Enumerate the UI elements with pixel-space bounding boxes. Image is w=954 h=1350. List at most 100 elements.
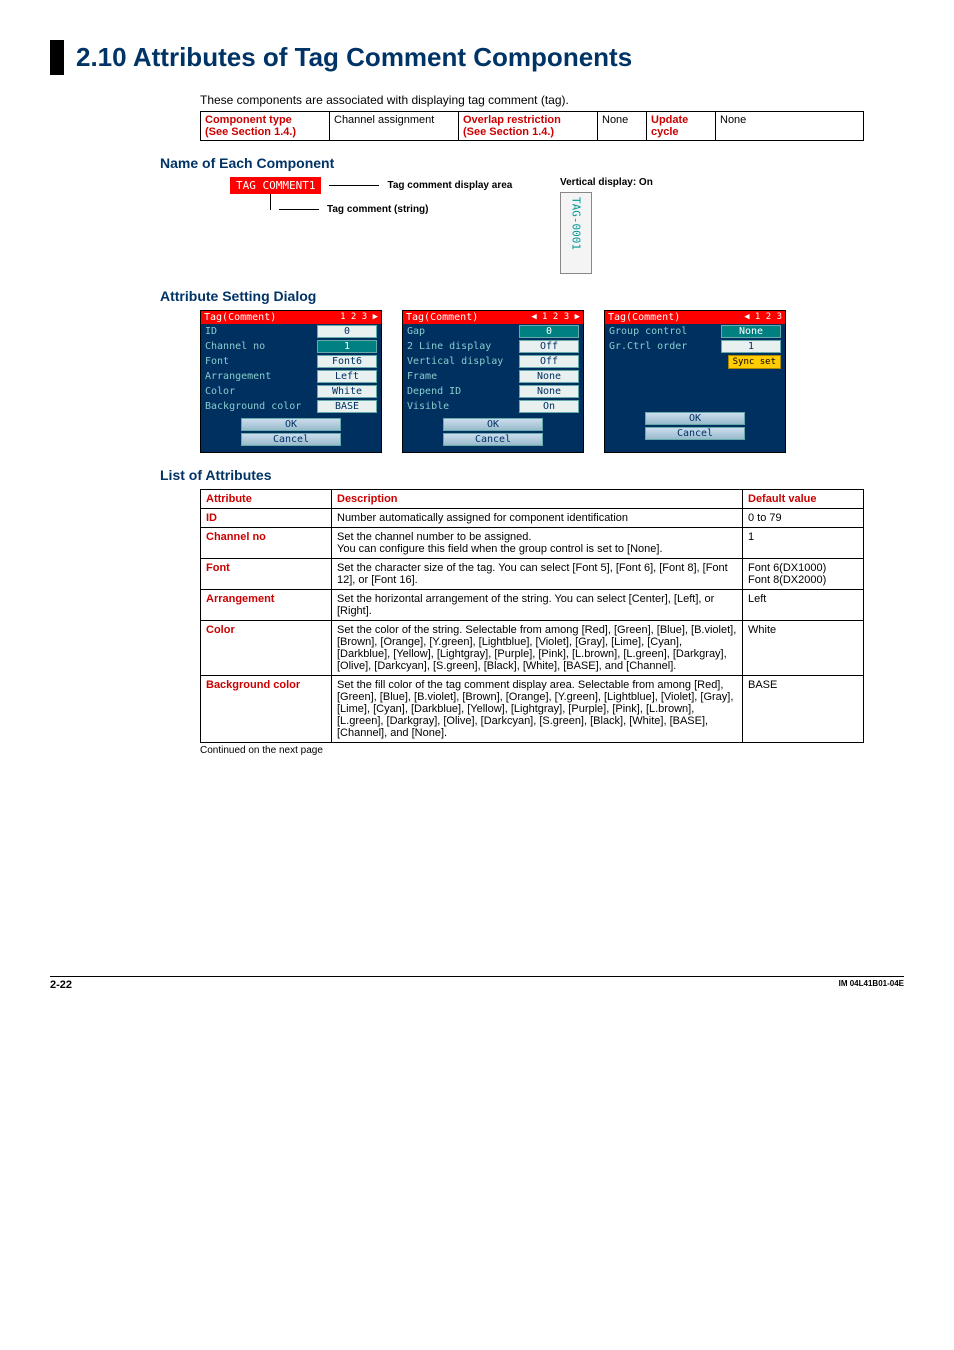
dialog-row: VisibleOn xyxy=(403,399,583,414)
dialog-title: Tag(Comment) xyxy=(204,312,276,323)
dialog-titlebar: Tag(Comment) ◀ 1 2 3 ▶ xyxy=(403,311,583,324)
cancel-button[interactable]: Cancel xyxy=(645,427,745,440)
dialog-row-label: Depend ID xyxy=(407,386,461,397)
dialog-titlebar: Tag(Comment) 1 2 3 ▶ xyxy=(201,311,381,324)
dialog-row-label: Color xyxy=(205,386,235,397)
dialog-pager[interactable]: ◀ 1 2 3 xyxy=(744,312,782,323)
attribute-dialog: Tag(Comment) ◀ 1 2 3 ▶ Gap 0 2 Line display O… xyxy=(402,310,584,453)
attr-desc-cell: Set the horizontal arrangement of the st… xyxy=(332,590,743,621)
dialog-row: 2 Line display Off xyxy=(403,339,583,354)
dialog-row-label: Arrangement xyxy=(205,371,271,382)
attribute-dialog: Tag(Comment) 1 2 3 ▶ ID 0 Channel no 1FontFon… xyxy=(200,310,382,453)
attr-default-cell: Left xyxy=(743,590,864,621)
dialog-row: Depend ID None xyxy=(403,384,583,399)
dialog-pager[interactable]: 1 2 3 ▶ xyxy=(340,312,378,323)
dialog-pager[interactable]: ◀ 1 2 3 ▶ xyxy=(531,312,580,323)
dialog-row-value[interactable]: Left xyxy=(317,370,377,383)
dialog-row-value[interactable]: On xyxy=(519,400,579,413)
cancel-button[interactable]: Cancel xyxy=(241,433,341,446)
dialog-sync-row: Sync set xyxy=(605,354,785,370)
dialog-row-value[interactable]: 1 xyxy=(721,340,781,353)
attr-default-cell: 0 to 79 xyxy=(743,509,864,528)
dialog-titlebar: Tag(Comment)◀ 1 2 3 xyxy=(605,311,785,324)
sync-set-button[interactable]: Sync set xyxy=(728,355,781,369)
dialog-title: Tag(Comment) xyxy=(406,312,478,323)
figure-row: TAG COMMENT1 Tag comment display area Ta… xyxy=(230,177,904,274)
dialog-row-label: Gr.Ctrl order xyxy=(609,341,687,352)
see-section-label-2: (See Section 1.4.) xyxy=(463,126,554,138)
channel-assignment-cell: Channel assignment xyxy=(330,112,459,141)
attrs-th-desc: Description xyxy=(332,490,743,509)
dialog-row: ID 0 xyxy=(201,324,381,339)
overlap-value: None xyxy=(598,112,647,141)
update-value: None xyxy=(716,112,864,141)
dialog-row-label: Channel no xyxy=(205,341,265,352)
attr-desc-cell: Set the color of the string. Selectable … xyxy=(332,621,743,676)
attribute-dialog: Tag(Comment)◀ 1 2 3Group controlNoneGr.C… xyxy=(604,310,786,453)
update-label: Update cycle xyxy=(651,114,688,138)
dialog-row-value[interactable]: 1 xyxy=(317,340,377,353)
dialog-row: Channel no 1 xyxy=(201,339,381,354)
dialog-row-value[interactable]: Font6 xyxy=(317,355,377,368)
dialog-row-value[interactable]: None xyxy=(721,325,781,338)
dialog-row-label: 2 Line display xyxy=(407,341,491,352)
table-row: FontSet the character size of the tag. Y… xyxy=(201,559,864,590)
page-footer: 2-22 IM 04L41B01-04E xyxy=(50,976,904,991)
attrs-th-attr: Attribute xyxy=(201,490,332,509)
dialog-row: Tag(Comment)1 2 3 ▶ID0Channel no1FontFon… xyxy=(200,310,904,453)
table-row: Background colorSet the fill color of th… xyxy=(201,676,864,743)
attr-name-cell: Background color xyxy=(201,676,332,743)
tag-comment-chip: TAG COMMENT1 xyxy=(230,177,321,194)
dialog-row: Frame None xyxy=(403,369,583,384)
dialog-row-value[interactable]: None xyxy=(519,385,579,398)
section-heading: 2.10 Attributes of Tag Comment Component… xyxy=(50,40,904,75)
dialog-row: Color White xyxy=(201,384,381,399)
dialog-row: Background color BASE xyxy=(201,399,381,414)
dialog-row-value[interactable]: BASE xyxy=(317,400,377,413)
component-type-label: Component type xyxy=(205,114,292,126)
ok-button[interactable]: OK xyxy=(645,412,745,425)
dialog-row: FontFont6 xyxy=(201,354,381,369)
dialog-row-label: Group control xyxy=(609,326,687,337)
ok-button[interactable]: OK xyxy=(443,418,543,431)
annot-string: Tag comment (string) xyxy=(327,204,428,215)
dialog-row-value[interactable]: 0 xyxy=(519,325,579,338)
dialog-row-label: ID xyxy=(205,326,217,337)
dialog-row-value[interactable]: 0 xyxy=(317,325,377,338)
attr-default-cell: BASE xyxy=(743,676,864,743)
ok-button[interactable]: OK xyxy=(241,418,341,431)
attr-desc-cell: Set the channel number to be assigned. Y… xyxy=(332,528,743,559)
dialog-buttons: OK Cancel xyxy=(201,418,381,446)
section-title: 2.10 Attributes of Tag Comment Component… xyxy=(76,40,632,75)
overlap-restriction-label: Overlap restriction xyxy=(463,114,561,126)
component-type-table: Component type (See Section 1.4.) Channe… xyxy=(200,111,864,141)
dialog-row-value[interactable]: None xyxy=(519,370,579,383)
dialog-row-value[interactable]: White xyxy=(317,385,377,398)
cancel-button[interactable]: Cancel xyxy=(443,433,543,446)
attr-name-cell: Channel no xyxy=(201,528,332,559)
dialog-row-label: Background color xyxy=(205,401,301,412)
attr-desc-cell: Number automatically assigned for compon… xyxy=(332,509,743,528)
dialog-row-value[interactable]: Off xyxy=(519,340,579,353)
subhead-name-each: Name of Each Component xyxy=(160,155,904,171)
dialog-row: Gap 0 xyxy=(403,324,583,339)
attributes-table: Attribute Description Default value IDNu… xyxy=(200,489,864,743)
dialog-row: Vertical display Off xyxy=(403,354,583,369)
dialog-row: Gr.Ctrl order 1 xyxy=(605,339,785,354)
subhead-list-attrs: List of Attributes xyxy=(160,467,904,483)
page-number: 2-22 xyxy=(50,979,72,991)
dialog-row-label: Frame xyxy=(407,371,437,382)
attr-name-cell: Font xyxy=(201,559,332,590)
attr-desc-cell: Set the fill color of the tag comment di… xyxy=(332,676,743,743)
section-number: 2.10 xyxy=(76,42,127,72)
dialog-row: Group control None xyxy=(605,324,785,339)
attr-name-cell: ID xyxy=(201,509,332,528)
section-bar xyxy=(50,40,64,75)
attr-desc-cell: Set the character size of the tag. You c… xyxy=(332,559,743,590)
dialog-row-label: Gap xyxy=(407,326,425,337)
dialog-row-value[interactable]: Off xyxy=(519,355,579,368)
table-row: Channel noSet the channel number to be a… xyxy=(201,528,864,559)
subhead-attr-dialog: Attribute Setting Dialog xyxy=(160,288,904,304)
dialog-row-label: Vertical display xyxy=(407,356,503,367)
vertical-display-label: Vertical display: On xyxy=(560,177,653,188)
